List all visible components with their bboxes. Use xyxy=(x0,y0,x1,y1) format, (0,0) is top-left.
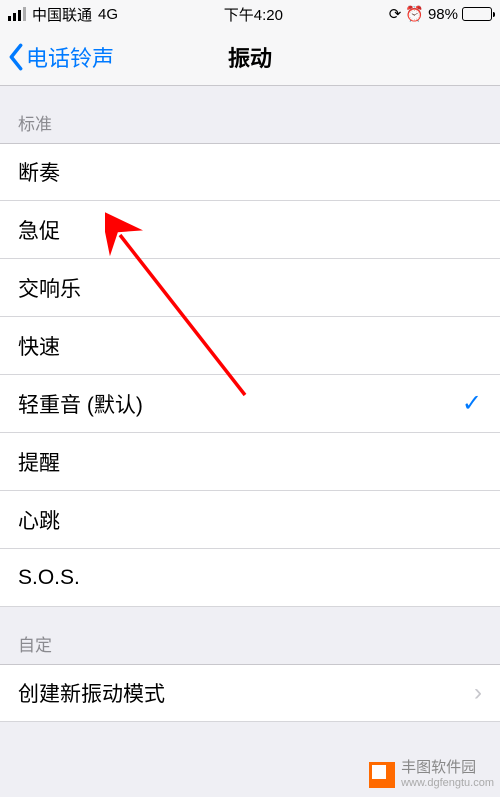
vibration-item-jicu[interactable]: 急促 xyxy=(0,201,500,259)
list-item-label: 急促 xyxy=(18,215,60,245)
watermark-title: 丰图软件园 xyxy=(401,760,494,777)
back-label: 电话铃声 xyxy=(26,41,114,73)
list-item-label: 轻重音 (默认) xyxy=(18,389,143,419)
status-left: 中国联通 4G xyxy=(8,4,118,25)
status-right: ⟳ ⏰ 98% xyxy=(389,5,492,23)
checkmark-icon: ✓ xyxy=(462,389,482,418)
list-item-label: S.O.S. xyxy=(18,566,80,590)
vibration-item-jiaoxiangyue[interactable]: 交响乐 xyxy=(0,259,500,317)
list-item-label: 快速 xyxy=(18,331,60,361)
carrier-label: 中国联通 xyxy=(32,4,92,25)
vibration-item-duanzou[interactable]: 断奏 xyxy=(0,143,500,201)
nav-bar: 电话铃声 振动 xyxy=(0,28,500,86)
watermark-logo-icon xyxy=(369,762,395,788)
list-item-label: 交响乐 xyxy=(18,273,81,303)
alarm-icon: ⏰ xyxy=(405,5,424,23)
vibration-item-qingzhongyin[interactable]: 轻重音 (默认) ✓ xyxy=(0,375,500,433)
vibration-item-tixing[interactable]: 提醒 xyxy=(0,433,500,491)
watermark: 丰图软件园 www.dgfengtu.com xyxy=(369,760,494,789)
list-item-label: 断奏 xyxy=(18,157,60,187)
status-time: 下午4:20 xyxy=(224,4,283,25)
back-button[interactable]: 电话铃声 xyxy=(0,41,114,73)
section-header-custom: 自定 xyxy=(0,607,500,664)
battery-icon xyxy=(462,7,492,21)
orientation-lock-icon: ⟳ xyxy=(389,5,402,23)
section-header-standard: 标准 xyxy=(0,86,500,143)
battery-percent: 98% xyxy=(428,6,458,23)
vibration-item-kuaisu[interactable]: 快速 xyxy=(0,317,500,375)
status-bar: 中国联通 4G 下午4:20 ⟳ ⏰ 98% xyxy=(0,0,500,28)
page-title: 振动 xyxy=(228,41,272,73)
list-item-label: 创建新振动模式 xyxy=(18,678,165,708)
create-vibration-row[interactable]: 创建新振动模式 › xyxy=(0,664,500,722)
watermark-url: www.dgfengtu.com xyxy=(401,777,494,789)
list-item-label: 提醒 xyxy=(18,447,60,477)
list-item-label: 心跳 xyxy=(18,505,60,535)
chevron-right-icon: › xyxy=(474,679,482,707)
signal-icon xyxy=(8,7,26,21)
network-label: 4G xyxy=(98,6,118,23)
vibration-item-xintiao[interactable]: 心跳 xyxy=(0,491,500,549)
vibration-item-sos[interactable]: S.O.S. xyxy=(0,549,500,607)
chevron-left-icon xyxy=(8,43,24,71)
